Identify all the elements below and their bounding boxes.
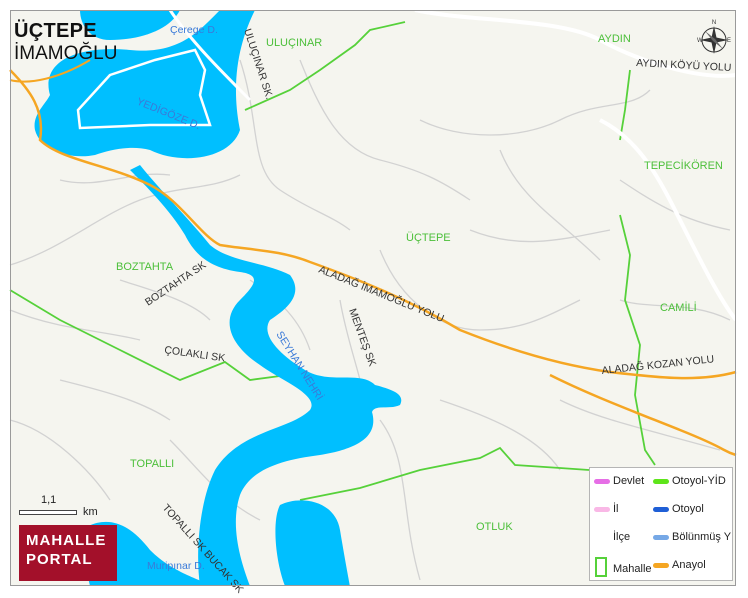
scale-bar: 1,1 km bbox=[19, 494, 109, 520]
label-otluk: OTLUK bbox=[476, 521, 513, 533]
legend-label: Devlet bbox=[613, 475, 645, 487]
label-ulucinar: ULUÇINAR bbox=[266, 37, 322, 49]
legend-label: Mahalle bbox=[613, 563, 652, 575]
label-uctepe: ÜÇTEPE bbox=[406, 232, 451, 244]
compass-e: E bbox=[727, 38, 731, 44]
compass-icon: N W E bbox=[697, 20, 731, 54]
legend-swatch bbox=[653, 479, 669, 484]
label-cerege: Çerege D. bbox=[170, 24, 218, 36]
compass-n: N bbox=[712, 20, 716, 26]
label-boztahta: BOZTAHTA bbox=[116, 261, 174, 273]
label-muripinar: Muripınar D. bbox=[147, 560, 205, 572]
legend-swatch bbox=[653, 563, 669, 568]
mahalle-portal-logo[interactable]: MAHALLE PORTAL bbox=[19, 525, 117, 581]
legend-label: Otoyol-YİD bbox=[672, 475, 726, 487]
legend-swatch bbox=[653, 535, 669, 540]
legend-box bbox=[595, 557, 607, 577]
legend-label: Otoyol bbox=[672, 503, 704, 515]
legend-swatch bbox=[653, 507, 669, 512]
page-subtitle: İMAMOĞLU bbox=[14, 43, 118, 64]
page-title: ÜÇTEPE bbox=[14, 20, 97, 42]
label-camili: CAMİLİ bbox=[660, 301, 697, 314]
map-legend: Devlet Otoyol-YİD İl Otoyol İlçe Bölünmü… bbox=[589, 467, 733, 581]
logo-line-1: MAHALLE bbox=[26, 532, 107, 549]
compass-w: W bbox=[697, 38, 703, 44]
scale-unit: km bbox=[83, 506, 98, 518]
legend-swatch bbox=[594, 507, 610, 512]
label-tepecikoren: TEPECİKÖREN bbox=[644, 159, 723, 172]
legend-label: Bölünmüş Y bbox=[672, 531, 732, 543]
scale-bar-graphic bbox=[19, 510, 77, 515]
label-aydin: AYDIN bbox=[598, 33, 631, 45]
title-block: ÜÇTEPE İMAMOĞLU bbox=[14, 20, 117, 66]
legend-label: İl bbox=[613, 503, 619, 515]
logo-line-2: PORTAL bbox=[26, 551, 93, 568]
scale-value: 1,1 bbox=[41, 494, 57, 506]
legend-label: İlçe bbox=[613, 531, 631, 543]
legend-swatch bbox=[594, 479, 610, 484]
legend-label: Anayol bbox=[672, 559, 706, 571]
label-topalli: TOPALLI bbox=[130, 458, 174, 470]
